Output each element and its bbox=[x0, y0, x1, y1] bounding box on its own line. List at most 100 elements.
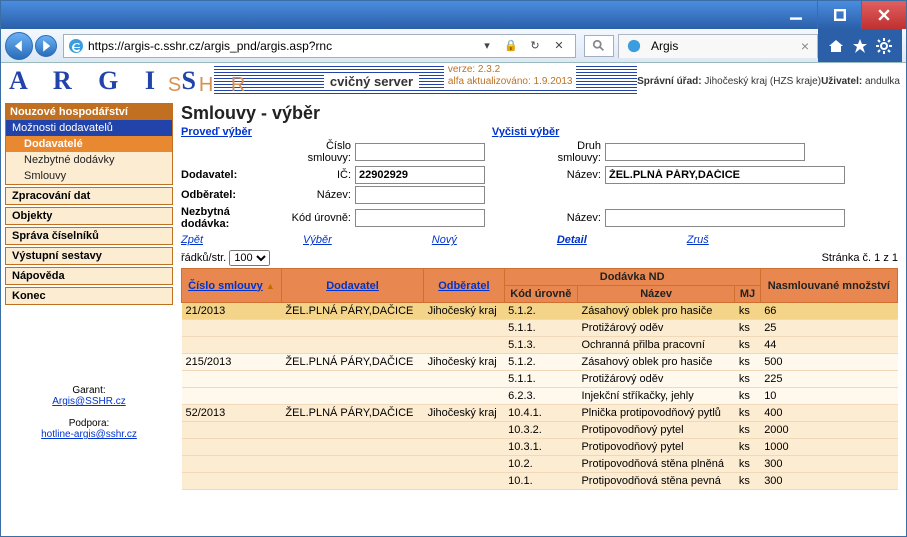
sidebar-item-konec[interactable]: Konec bbox=[5, 287, 173, 305]
cell-mj: ks bbox=[735, 439, 760, 456]
url-input[interactable] bbox=[88, 39, 475, 53]
ie-icon bbox=[68, 38, 84, 54]
search-box[interactable] bbox=[584, 35, 614, 57]
toolbar-right bbox=[818, 29, 902, 62]
cell-naz: Protipovodňová stěna plněná bbox=[577, 456, 734, 473]
sidebar-item-objekty[interactable]: Objekty bbox=[5, 207, 173, 225]
cell-dod bbox=[281, 388, 423, 405]
sidebar-item-smlouvy[interactable]: Smlouvy bbox=[6, 168, 172, 184]
input-cislo[interactable] bbox=[355, 143, 485, 161]
vycisti-vyber-link[interactable]: Vyčisti výběr bbox=[492, 126, 559, 138]
table-row[interactable]: 5.1.1.Protižárový oděvks25 bbox=[182, 320, 898, 337]
podpora-link[interactable]: hotline-argis@sshr.cz bbox=[41, 429, 137, 440]
browser-toolbar: ▾ 🔒 ↻ ✕ Argis × bbox=[1, 29, 906, 63]
col-odberatel[interactable]: Odběratel bbox=[424, 269, 505, 303]
col-dodavatel[interactable]: Dodavatel bbox=[281, 269, 423, 303]
input-druh[interactable] bbox=[605, 143, 805, 161]
cell-mj: ks bbox=[735, 405, 760, 422]
cell-cislo bbox=[182, 473, 282, 490]
action-novy[interactable]: Nový bbox=[432, 234, 457, 246]
table-row[interactable]: 10.3.1.Protipovodňový pytelks1000 bbox=[182, 439, 898, 456]
cell-kod: 5.1.1. bbox=[504, 320, 577, 337]
cell-mj: ks bbox=[735, 354, 760, 371]
window-titlebar bbox=[1, 1, 906, 29]
proved-vyber-link[interactable]: Proveď výběr bbox=[181, 126, 252, 138]
table-row[interactable]: 6.2.3.Injekční stříkačky, jehlyks10 bbox=[182, 388, 898, 405]
cell-mnoz: 300 bbox=[760, 473, 897, 490]
cell-mnoz: 400 bbox=[760, 405, 897, 422]
close-button[interactable] bbox=[862, 1, 906, 29]
cell-mnoz: 225 bbox=[760, 371, 897, 388]
back-button[interactable] bbox=[5, 32, 33, 60]
cell-cislo bbox=[182, 456, 282, 473]
cell-mnoz: 1000 bbox=[760, 439, 897, 456]
table-row[interactable]: 5.1.1.Protižárový oděvks225 bbox=[182, 371, 898, 388]
sidebar-item-dodavatele[interactable]: Dodavatelé bbox=[6, 136, 172, 152]
cell-cislo bbox=[182, 320, 282, 337]
input-ic[interactable] bbox=[355, 166, 485, 184]
tools-icon[interactable] bbox=[876, 38, 892, 54]
sidebar-item-vystup[interactable]: Výstupní sestavy bbox=[5, 247, 173, 265]
rows-per-page-select[interactable]: 100 bbox=[229, 250, 270, 266]
cell-kod: 6.2.3. bbox=[504, 388, 577, 405]
action-vyber[interactable]: Výběr bbox=[303, 234, 332, 246]
server-label: cvičný server bbox=[324, 74, 419, 89]
cell-mj: ks bbox=[735, 473, 760, 490]
table-row[interactable]: 52/2013ŽEL.PLNÁ PÁRY,DAČICEJihočeský kra… bbox=[182, 405, 898, 422]
results-table: Číslo smlouvy ▲ Dodavatel Odběratel Dodá… bbox=[181, 268, 898, 490]
cell-dod bbox=[281, 473, 423, 490]
cell-naz: Protipovodňový pytel bbox=[577, 439, 734, 456]
action-detail[interactable]: Detail bbox=[557, 234, 587, 246]
table-row[interactable]: 10.2.Protipovodňová stěna plněnáks300 bbox=[182, 456, 898, 473]
cell-dod: ŽEL.PLNÁ PÁRY,DAČICE bbox=[281, 354, 423, 371]
dropdown-icon[interactable]: ▾ bbox=[477, 36, 497, 56]
cell-mnoz: 2000 bbox=[760, 422, 897, 439]
table-row[interactable]: 10.3.2.Protipovodňový pytelks2000 bbox=[182, 422, 898, 439]
sidebar-item-nezbytne[interactable]: Nezbytné dodávky bbox=[6, 152, 172, 168]
maximize-button[interactable] bbox=[818, 1, 862, 29]
table-row[interactable]: 21/2013ŽEL.PLNÁ PÁRY,DAČICEJihočeský kra… bbox=[182, 303, 898, 320]
cell-naz: Plnička protipovodňový pytlů bbox=[577, 405, 734, 422]
menu-title-nouzove[interactable]: Nouzové hospodářství bbox=[6, 104, 172, 120]
home-icon[interactable] bbox=[828, 38, 844, 54]
forward-button[interactable] bbox=[35, 35, 57, 57]
action-zrus[interactable]: Zruš bbox=[687, 234, 709, 246]
browser-tab[interactable]: Argis × bbox=[618, 34, 818, 58]
input-dod-nazev[interactable] bbox=[605, 166, 845, 184]
sort-asc-icon: ▲ bbox=[266, 281, 275, 291]
input-odb-nazev[interactable] bbox=[355, 186, 485, 204]
ie-icon bbox=[627, 39, 641, 53]
browser-window: ▾ 🔒 ↻ ✕ Argis × A R G I S S H R cvičný s… bbox=[0, 0, 907, 537]
refresh-icon[interactable]: ↻ bbox=[525, 36, 545, 56]
input-nd-nazev[interactable] bbox=[605, 209, 845, 227]
cell-mj: ks bbox=[735, 456, 760, 473]
cell-naz: Zásahový oblek pro hasiče bbox=[577, 354, 734, 371]
stop-icon[interactable]: ✕ bbox=[549, 36, 569, 56]
cell-dod: ŽEL.PLNÁ PÁRY,DAČICE bbox=[281, 405, 423, 422]
garant-link[interactable]: Argis@SSHR.cz bbox=[52, 396, 126, 407]
cell-cislo: 52/2013 bbox=[182, 405, 282, 422]
label-nazev-nd: Název: bbox=[545, 212, 605, 224]
table-row[interactable]: 5.1.3.Ochranná přilba pracovníks44 bbox=[182, 337, 898, 354]
col-cislo[interactable]: Číslo smlouvy ▲ bbox=[182, 269, 282, 303]
sidebar-item-sprava[interactable]: Správa číselníků bbox=[5, 227, 173, 245]
cell-dod bbox=[281, 337, 423, 354]
table-row[interactable]: 215/2013ŽEL.PLNÁ PÁRY,DAČICEJihočeský kr… bbox=[182, 354, 898, 371]
cell-naz: Protipovodňová stěna pevná bbox=[577, 473, 734, 490]
input-kod[interactable] bbox=[355, 209, 485, 227]
cell-odb bbox=[424, 337, 505, 354]
sidebar: Nouzové hospodářství Možnosti dodavatelů… bbox=[1, 99, 177, 444]
favorites-icon[interactable] bbox=[852, 38, 868, 54]
cell-mnoz: 44 bbox=[760, 337, 897, 354]
address-bar[interactable]: ▾ 🔒 ↻ ✕ bbox=[63, 34, 576, 58]
sidebar-item-zpracovani[interactable]: Zpracování dat bbox=[5, 187, 173, 205]
table-row[interactable]: 10.1.Protipovodňová stěna pevnáks300 bbox=[182, 473, 898, 490]
cell-mj: ks bbox=[735, 371, 760, 388]
action-zpet[interactable]: Zpět bbox=[181, 234, 203, 246]
sidebar-item-napoveda[interactable]: Nápověda bbox=[5, 267, 173, 285]
minimize-button[interactable] bbox=[774, 1, 818, 29]
menu-moznosti[interactable]: Možnosti dodavatelů bbox=[6, 120, 172, 136]
label-odberatel: Odběratel: bbox=[181, 189, 281, 201]
close-tab-icon[interactable]: × bbox=[801, 38, 809, 54]
cell-kod: 10.1. bbox=[504, 473, 577, 490]
